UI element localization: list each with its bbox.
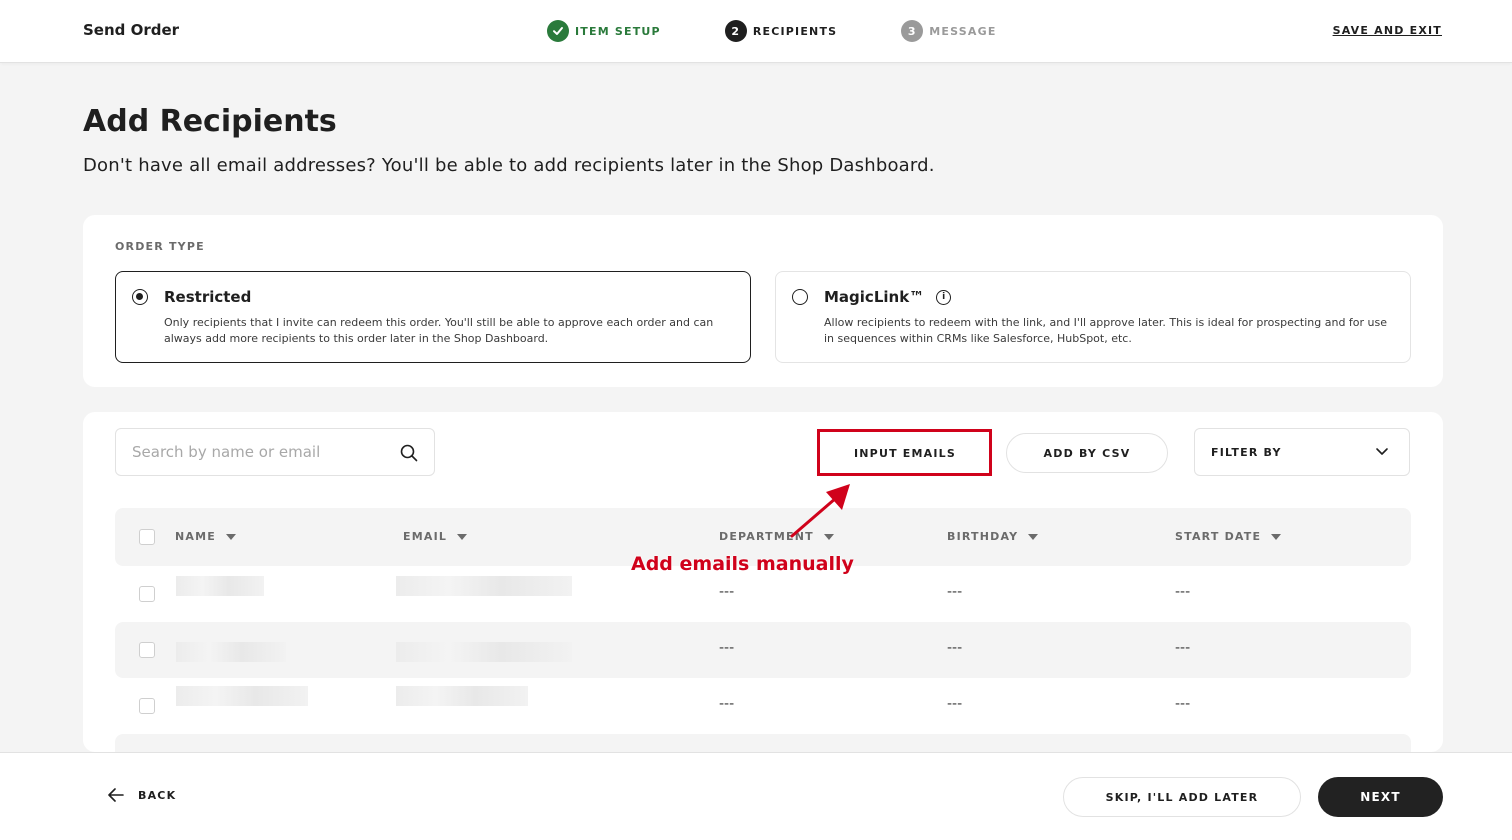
step-label: RECIPIENTS [752,24,838,38]
sort-caret-icon [225,533,236,540]
stepper: ITEM SETUP 2 RECIPIENTS 3 MESSAGE [547,20,997,42]
page-subtitle: Don't have all email addresses? You'll b… [83,155,935,176]
annotation-arrow-icon [790,484,850,538]
next-button[interactable]: NEXT [1318,777,1443,817]
back-button[interactable]: BACK [108,788,176,802]
sort-caret-icon [1028,533,1039,540]
skip-add-later-button[interactable]: SKIP, I'LL ADD LATER [1063,777,1301,817]
app-title: Send Order [83,21,180,39]
option-title-text: MagicLink™ [824,288,925,306]
column-header-name[interactable]: NAME [175,530,236,543]
column-header-email[interactable]: EMAIL [403,530,468,543]
search-input[interactable] [132,429,382,475]
recipients-card: INPUT EMAILS ADD BY CSV FILTER BY NAME E… [83,412,1443,752]
column-header-text: NAME [175,530,216,543]
add-by-csv-button[interactable]: ADD BY CSV [1006,433,1168,473]
option-description: Allow recipients to redeem with the link… [824,316,1388,345]
order-option-restricted[interactable]: Restricted Only recipients that I invite… [115,271,751,363]
sort-caret-icon [1271,533,1282,540]
sort-caret-icon [457,533,468,540]
column-header-text: BIRTHDAY [947,530,1019,543]
cell-start-date: --- [1175,584,1191,600]
redacted-email [396,576,572,596]
order-option-magiclink[interactable]: MagicLink™ i Allow recipients to redeem … [775,271,1411,363]
chevron-down-icon [1376,448,1388,455]
redacted-name [176,686,308,706]
search-box [115,428,435,476]
row-checkbox[interactable] [139,586,155,602]
row-checkbox[interactable] [139,642,155,658]
save-and-exit-link[interactable]: SAVE AND EXIT [1333,24,1442,37]
row-checkbox[interactable] [139,698,155,714]
redacted-name [176,576,264,596]
cell-department: --- [719,584,735,600]
order-type-label: ORDER TYPE [115,240,205,253]
radio-unselected[interactable] [792,289,808,305]
select-all-checkbox[interactable] [139,529,155,545]
step-number: 3 [901,20,924,42]
column-header-start-date[interactable]: START DATE [1175,530,1282,543]
cell-start-date: --- [1175,640,1191,656]
arrow-left-icon [108,788,124,802]
option-title: MagicLink™ i [824,288,952,306]
option-title-text: Restricted [164,288,252,306]
check-icon [547,20,569,42]
step-item-setup[interactable]: ITEM SETUP [547,20,661,42]
search-icon[interactable] [400,444,418,462]
table-row[interactable] [115,734,1411,752]
step-number: 2 [724,20,747,42]
option-description: Only recipients that I invite can redeem… [164,316,714,345]
cell-department: --- [719,640,735,656]
redacted-email [396,642,572,662]
filter-dropdown[interactable]: FILTER BY [1194,428,1410,476]
top-bar: Send Order ITEM SETUP 2 RECIPIENTS 3 MES… [0,0,1512,63]
table-row[interactable]: --- --- --- [115,678,1411,734]
cell-birthday: --- [947,640,963,656]
annotation-label: Add emails manually [631,553,854,575]
table-row[interactable]: --- --- --- [115,622,1411,678]
column-header-birthday[interactable]: BIRTHDAY [947,530,1039,543]
cell-start-date: --- [1175,696,1191,712]
cell-department: --- [719,696,735,712]
radio-selected[interactable] [132,289,148,305]
redacted-email [396,686,528,706]
option-title: Restricted [164,288,251,306]
step-recipients[interactable]: 2 RECIPIENTS [724,20,838,42]
info-icon[interactable]: i [936,289,952,305]
page-title: Add Recipients [83,104,337,139]
step-label: ITEM SETUP [575,24,661,38]
cell-birthday: --- [947,584,963,600]
step-label: MESSAGE [929,24,997,38]
column-header-text: START DATE [1175,530,1262,543]
step-message[interactable]: 3 MESSAGE [901,20,996,42]
redacted-name [176,642,286,662]
filter-label: FILTER BY [1211,446,1282,459]
cell-birthday: --- [947,696,963,712]
order-type-card: ORDER TYPE Restricted Only recipients th… [83,215,1443,387]
input-emails-button[interactable]: INPUT EMAILS [820,433,990,473]
footer-bar: BACK SKIP, I'LL ADD LATER NEXT [0,752,1512,840]
column-header-text: EMAIL [403,530,448,543]
back-label: BACK [138,788,177,802]
